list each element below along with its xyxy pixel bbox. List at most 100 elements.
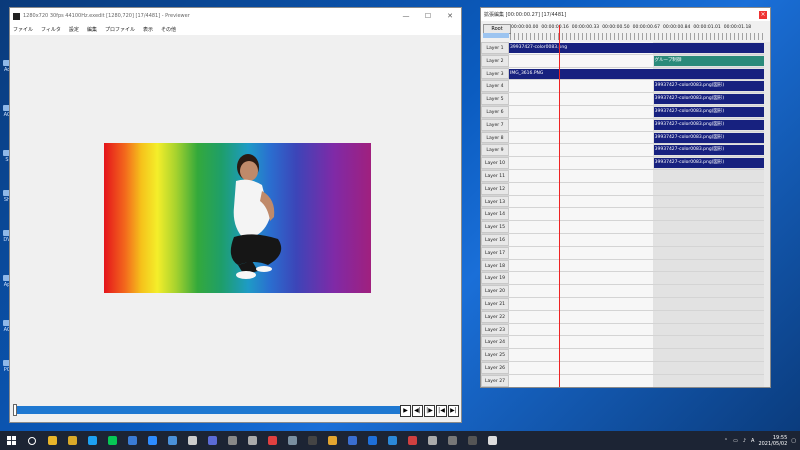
layer-label[interactable]: Layer 20 [481,285,509,297]
layer-track[interactable] [509,272,765,285]
layer-track[interactable] [509,169,765,182]
media-clip[interactable]: 39937427-color0083.png(図形) [653,81,765,92]
close-icon[interactable]: ✕ [439,8,461,24]
layer-label[interactable]: Layer 9 [481,144,509,157]
layer-track[interactable]: 39937427-color0083.png(図形) [509,93,765,105]
menu-profile[interactable]: プロファイル [105,26,135,33]
layer-label[interactable]: Layer 3 [481,67,509,80]
layer-label[interactable]: Layer 4 [481,80,509,93]
media-clip[interactable]: 39937427-color0083.png [509,43,765,53]
zoom-icon[interactable] [142,431,162,450]
playhead-cursor[interactable] [559,25,560,387]
headset-icon[interactable] [322,431,342,450]
app-icon-7[interactable] [422,431,442,450]
layer-track[interactable] [509,336,765,349]
layer-label[interactable]: Layer 14 [481,208,509,221]
media-clip[interactable]: 39937427-color0083.png(図形) [653,94,765,105]
gallery-icon[interactable] [162,431,182,450]
layer-label[interactable]: Layer 12 [481,182,509,195]
preview-canvas[interactable] [104,143,371,293]
app-icon[interactable] [202,431,222,450]
seek-handle[interactable] [13,404,17,416]
menu-edit[interactable]: 編集 [87,26,97,33]
layer-track[interactable] [509,246,765,259]
network-icon[interactable]: ▭ [733,438,738,444]
app-icon-3[interactable] [302,431,322,450]
layer-label[interactable]: Layer 26 [481,361,509,374]
photos-icon[interactable] [122,431,142,450]
layer-label[interactable]: Layer 2 [481,54,509,67]
menu-settings[interactable]: 設定 [69,26,79,33]
notification-icon[interactable]: ▢ [791,438,796,444]
media-clip[interactable]: 39937427-color0083.png(図形) [653,145,765,156]
layer-track[interactable]: 39937427-color0083.png(図形) [509,118,765,131]
menu-view[interactable]: 表示 [143,26,153,33]
media-clip[interactable]: 39937427-color0083.png(図形) [653,106,765,117]
ime-indicator[interactable]: A [751,438,754,444]
media-clip[interactable]: 39937427-color0083.png(図形) [653,119,765,130]
seek-bar[interactable] [16,406,406,414]
maximize-icon[interactable]: ☐ [417,8,439,24]
close-icon[interactable]: × [759,10,767,19]
chevron-up-icon[interactable]: ⌃ [724,438,728,444]
minimize-icon[interactable]: — [395,8,417,24]
layer-track[interactable] [509,361,765,374]
layer-track[interactable]: IMG_3616.PNG [509,67,765,80]
layer-label[interactable]: Layer 16 [481,233,509,246]
layer-label[interactable]: Layer 11 [481,169,509,182]
windows-start-icon[interactable] [0,431,22,450]
layer-label[interactable]: Layer 17 [481,246,509,259]
layer-label[interactable]: Layer 6 [481,105,509,118]
layer-track[interactable]: グループ制御 [509,54,765,67]
go-end-button[interactable]: ▶| [448,405,459,417]
layer-label[interactable]: Layer 21 [481,297,509,310]
media-clip[interactable]: 39937427-color0083.png(図形) [653,158,765,169]
menu-other[interactable]: その他 [161,26,176,33]
layer-track[interactable] [509,208,765,221]
layer-label[interactable]: Layer 24 [481,336,509,349]
app-icon-2[interactable] [222,431,242,450]
tool-icon[interactable] [282,431,302,450]
media-clip[interactable]: 39937427-color0083.png(図形) [653,132,765,143]
menu-filter[interactable]: フィルタ [41,26,61,33]
layer-track[interactable]: 39937427-color0083.png [509,42,765,54]
layer-label[interactable]: Layer 13 [481,195,509,208]
media-clip[interactable]: IMG_3616.PNG [509,68,765,79]
go-start-button[interactable]: |◀ [436,405,447,417]
layer-label[interactable]: Layer 10 [481,157,509,169]
layer-label[interactable]: Layer 22 [481,310,509,323]
feather-icon[interactable] [182,431,202,450]
layer-track[interactable] [509,349,765,361]
layer-track[interactable]: 39937427-color0083.png(図形) [509,80,765,93]
layer-track[interactable] [509,310,765,323]
settings-icon[interactable] [242,431,262,450]
clock[interactable]: 19:55 2021/05/02 [758,435,787,447]
app-icon-4[interactable] [342,431,362,450]
group-control-clip[interactable]: グループ制御 [653,55,765,66]
volume-icon[interactable]: ♪ [743,438,746,444]
zoom-slider[interactable] [483,33,509,38]
layer-track[interactable]: 39937427-color0083.png(図形) [509,131,765,144]
layer-track[interactable]: 39937427-color0083.png(図形) [509,105,765,118]
layer-track[interactable] [509,259,765,272]
layer-label[interactable]: Layer 15 [481,221,509,233]
layer-track[interactable] [509,221,765,233]
next-frame-button[interactable]: |▶ [424,405,435,417]
app-icon-5[interactable] [382,431,402,450]
chrome-icon[interactable] [42,431,62,450]
layer-label[interactable]: Layer 1 [481,42,509,54]
layer-track[interactable]: 39937427-color0083.png(図形) [509,157,765,169]
app-icon-8[interactable] [442,431,462,450]
layer-track[interactable]: 39937427-color0083.png(図形) [509,144,765,157]
timeline-scrollbar[interactable] [764,42,770,387]
layer-track[interactable] [509,323,765,336]
layer-track[interactable] [509,285,765,297]
layer-track[interactable] [509,233,765,246]
layer-label[interactable]: Layer 25 [481,349,509,361]
layer-label[interactable]: Layer 5 [481,93,509,105]
explorer-icon[interactable] [62,431,82,450]
mail-icon[interactable] [362,431,382,450]
play-button[interactable]: ▶ [400,405,411,417]
layer-label[interactable]: Layer 23 [481,323,509,336]
app-icon-6[interactable] [402,431,422,450]
